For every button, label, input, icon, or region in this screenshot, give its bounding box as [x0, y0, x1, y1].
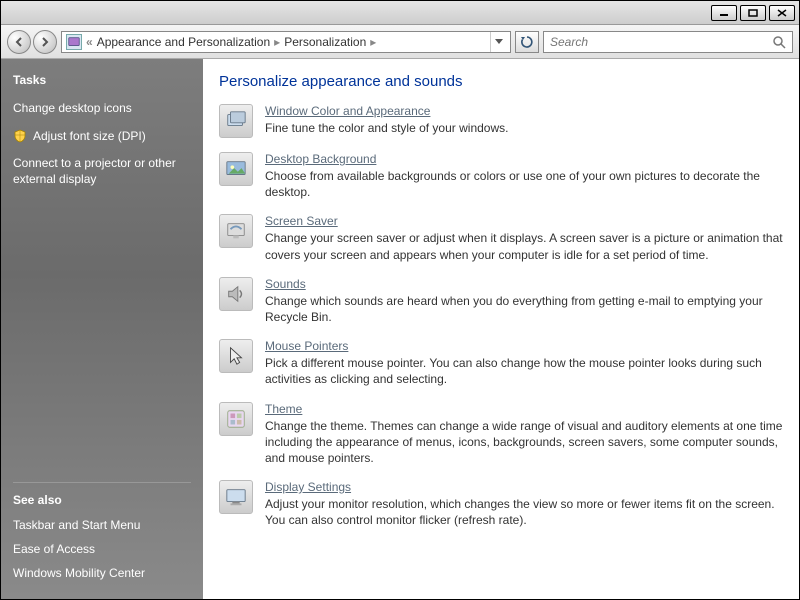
- window-frame: « Appearance and Personalization ▸ Perso…: [0, 0, 800, 600]
- display-settings-icon: [219, 480, 253, 514]
- tasks-sidebar: Tasks Change desktop icons Adjust font s…: [1, 59, 203, 599]
- personalization-entry: Mouse Pointers Pick a different mouse poi…: [219, 339, 783, 387]
- entry-link[interactable]: Sounds: [265, 277, 306, 291]
- task-change-desktop-icons[interactable]: Change desktop icons: [13, 101, 191, 117]
- entry-description: Fine tune the color and style of your wi…: [265, 120, 783, 136]
- maximize-button[interactable]: [740, 5, 766, 21]
- close-button[interactable]: [769, 5, 795, 21]
- entry-link[interactable]: Desktop Background: [265, 152, 376, 166]
- navbar: « Appearance and Personalization ▸ Perso…: [1, 25, 799, 59]
- entry-link[interactable]: Mouse Pointers: [265, 339, 348, 353]
- entry-description: Change which sounds are heard when you d…: [265, 293, 783, 325]
- see-also-header: See also: [13, 482, 191, 507]
- entry-description: Change your screen saver or adjust when …: [265, 230, 783, 262]
- personalization-entry: Screen Saver Change your screen saver or …: [219, 214, 783, 262]
- personalization-entry: Window Color and Appearance Fine tune the…: [219, 104, 783, 138]
- see-also-windows-mobility-center[interactable]: Windows Mobility Center: [13, 566, 191, 580]
- breadcrumb-parent[interactable]: Appearance and Personalization: [97, 35, 270, 49]
- personalization-entry: Desktop Background Choose from available …: [219, 152, 783, 200]
- breadcrumb-current[interactable]: Personalization: [284, 35, 366, 49]
- minimize-button[interactable]: [711, 5, 737, 21]
- personalization-entry: Display Settings Adjust your monitor reso…: [219, 480, 783, 528]
- theme-icon: [219, 402, 253, 436]
- see-also-ease-of-access[interactable]: Ease of Access: [13, 542, 191, 556]
- mouse-pointers-icon: [219, 339, 253, 373]
- task-connect-projector[interactable]: Connect to a projector or other external…: [13, 156, 191, 187]
- tasks-header: Tasks: [13, 73, 191, 87]
- entry-link[interactable]: Display Settings: [265, 480, 351, 494]
- task-label: Adjust font size (DPI): [33, 129, 146, 145]
- entry-description: Adjust your monitor resolution, which ch…: [265, 496, 783, 528]
- back-button[interactable]: [7, 30, 31, 54]
- task-label: Change desktop icons: [13, 101, 132, 117]
- sounds-icon: [219, 277, 253, 311]
- personalization-entry: Theme Change the theme. Themes can change…: [219, 402, 783, 467]
- search-input[interactable]: [548, 34, 770, 50]
- search-box[interactable]: [543, 31, 793, 53]
- window-color-icon: [219, 104, 253, 138]
- main-panel: Personalize appearance and sounds Window…: [203, 59, 799, 599]
- entry-link[interactable]: Window Color and Appearance: [265, 104, 430, 118]
- location-icon: [66, 34, 82, 50]
- entry-link[interactable]: Screen Saver: [265, 214, 338, 228]
- breadcrumb-back-prefix: «: [86, 35, 93, 49]
- task-adjust-font-size-dpi[interactable]: Adjust font size (DPI): [13, 129, 191, 145]
- entry-description: Pick a different mouse pointer. You can …: [265, 355, 783, 387]
- personalization-entry: Sounds Change which sounds are heard when…: [219, 277, 783, 325]
- desktop-background-icon: [219, 152, 253, 186]
- shield-icon: [13, 129, 27, 143]
- see-also-taskbar-start-menu[interactable]: Taskbar and Start Menu: [13, 518, 191, 532]
- address-dropdown-button[interactable]: [490, 32, 506, 52]
- forward-button[interactable]: [33, 30, 57, 54]
- entry-description: Change the theme. Themes can change a wi…: [265, 418, 783, 467]
- breadcrumb-separator-icon: ▸: [274, 35, 280, 49]
- page-heading: Personalize appearance and sounds: [219, 73, 783, 90]
- breadcrumb-separator-icon: ▸: [370, 35, 376, 49]
- entry-link[interactable]: Theme: [265, 402, 302, 416]
- search-icon[interactable]: [770, 33, 788, 51]
- refresh-button[interactable]: [515, 31, 539, 53]
- task-label: Connect to a projector or other external…: [13, 156, 191, 187]
- entry-description: Choose from available backgrounds or col…: [265, 168, 783, 200]
- titlebar: [1, 1, 799, 25]
- address-bar[interactable]: « Appearance and Personalization ▸ Perso…: [61, 31, 511, 53]
- screen-saver-icon: [219, 214, 253, 248]
